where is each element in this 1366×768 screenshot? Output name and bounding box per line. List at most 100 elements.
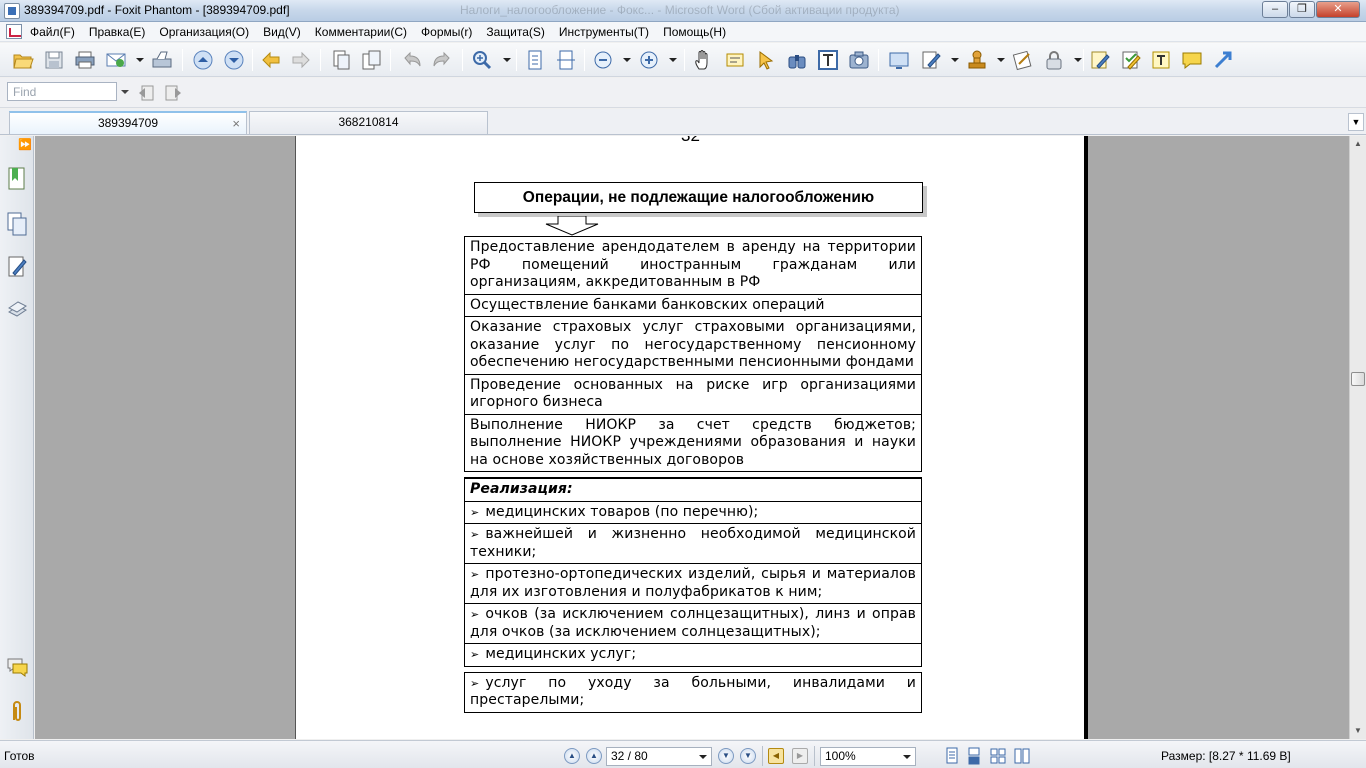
menu-help[interactable]: Помощь(H) <box>663 25 726 39</box>
insert-pages-icon[interactable] <box>360 49 382 71</box>
undo-icon[interactable] <box>401 49 423 71</box>
find-previous-icon[interactable] <box>137 84 157 102</box>
open-folder-icon[interactable] <box>12 49 34 71</box>
list-item-text: протезно-ортопедических изделий, сырья и… <box>470 566 916 600</box>
scroll-up-icon[interactable]: ▲ <box>1350 136 1366 152</box>
list-item: ➢ важнейшей и жизненно необходимой медици… <box>464 524 922 564</box>
comment-icon[interactable] <box>1181 49 1203 71</box>
tab-368210814[interactable]: 368210814 <box>249 111 488 134</box>
find-input[interactable] <box>7 82 117 101</box>
sign-document-icon[interactable] <box>1012 49 1034 71</box>
single-page-layout-icon[interactable] <box>944 747 960 765</box>
page-thumbnails-icon[interactable] <box>6 211 28 237</box>
status-bar: Готов ▲ ▲ 32 / 80 ▼ ▼ ◀ ▶ 100% Размер: [… <box>0 740 1366 768</box>
page-dropdown-icon[interactable] <box>699 755 707 759</box>
minimize-button[interactable]: – <box>1262 1 1288 18</box>
document-view[interactable]: 32 Операции, не подлежащие налогообложен… <box>35 136 1349 739</box>
find-next-icon[interactable] <box>163 84 183 102</box>
menu-edit[interactable]: Правка(E) <box>89 25 146 39</box>
previous-page-nav-icon[interactable]: ▲ <box>586 748 602 764</box>
next-view-icon[interactable]: ▶ <box>792 748 808 764</box>
tab-389394709[interactable]: 389394709 × <box>9 111 247 134</box>
table-row: Оказание страховых услуг страховыми орга… <box>464 317 922 375</box>
tab-list-dropdown-icon[interactable]: ▼ <box>1348 113 1364 131</box>
toolbar-separator <box>182 49 183 71</box>
page-size-info: Размер: [8.27 * 11.69 В] <box>1161 749 1291 763</box>
document-menu-icon[interactable] <box>6 24 22 39</box>
zoom-in-tool-icon[interactable] <box>471 49 493 71</box>
layers-icon[interactable] <box>6 254 28 280</box>
find-options-dropdown-icon[interactable] <box>121 90 129 94</box>
facing-layout-icon[interactable] <box>990 747 1006 765</box>
scan-icon[interactable] <box>151 49 173 71</box>
email-dropdown-icon[interactable] <box>136 58 144 62</box>
next-page-icon[interactable] <box>223 49 245 71</box>
tab-label: 368210814 <box>338 115 399 129</box>
foxit-app-icon[interactable] <box>4 3 20 19</box>
hand-tool-icon[interactable] <box>693 49 715 71</box>
menu-file[interactable]: Файл(F) <box>30 25 75 39</box>
arrow-tool-icon[interactable] <box>1212 49 1234 71</box>
edit-form-dropdown-icon[interactable] <box>951 58 959 62</box>
attachments-icon[interactable] <box>6 698 28 724</box>
scroll-down-icon[interactable]: ▼ <box>1350 723 1366 739</box>
edit-form-icon[interactable] <box>920 49 942 71</box>
menu-organize[interactable]: Организация(O) <box>159 25 249 39</box>
maximize-button[interactable]: ❐ <box>1289 1 1315 18</box>
stamp-dropdown-icon[interactable] <box>997 58 1005 62</box>
note-icon[interactable] <box>1089 49 1111 71</box>
signatures-icon[interactable] <box>6 298 28 324</box>
menu-forms[interactable]: Формы(r) <box>421 25 472 39</box>
security-dropdown-icon[interactable] <box>1074 58 1082 62</box>
typewriter-icon[interactable] <box>817 49 839 71</box>
text-box-icon[interactable] <box>1150 49 1172 71</box>
page-number-field[interactable]: 32 / 80 <box>606 747 712 766</box>
first-page-icon[interactable]: ▲ <box>564 748 580 764</box>
vertical-scrollbar[interactable]: ▲ ▼ <box>1349 136 1366 739</box>
toolbar-separator <box>684 49 685 71</box>
status-separator <box>814 746 815 766</box>
menu-view[interactable]: Вид(V) <box>263 25 301 39</box>
window-controls: – ❐ ✕ <box>1262 1 1360 18</box>
previous-page-icon[interactable] <box>192 49 214 71</box>
previous-view-icon[interactable]: ◀ <box>768 748 784 764</box>
menu-tools[interactable]: Инструменты(T) <box>559 25 649 39</box>
zoom-tool-dropdown-icon[interactable] <box>503 58 511 62</box>
fit-page-icon[interactable] <box>524 49 546 71</box>
bookmarks-icon[interactable] <box>6 166 28 192</box>
zoom-out-dropdown-icon[interactable] <box>623 58 631 62</box>
last-page-icon[interactable]: ▼ <box>740 748 756 764</box>
extract-pages-icon[interactable] <box>330 49 352 71</box>
zoom-in-dropdown-icon[interactable] <box>669 58 677 62</box>
redo-icon[interactable] <box>431 49 453 71</box>
stamp-icon[interactable] <box>966 49 988 71</box>
menu-comments[interactable]: Комментарии(C) <box>315 25 407 39</box>
menu-protect[interactable]: Защита(S) <box>486 25 545 39</box>
snapshot-icon[interactable] <box>848 49 870 71</box>
tab-close-icon[interactable]: × <box>232 113 240 134</box>
save-icon[interactable] <box>43 49 65 71</box>
screen-capture-icon[interactable] <box>888 49 910 71</box>
back-arrow-icon[interactable] <box>260 49 282 71</box>
zoom-out-icon[interactable] <box>592 49 614 71</box>
select-arrow-icon[interactable] <box>755 49 777 71</box>
fit-width-icon[interactable] <box>555 49 577 71</box>
zoom-level-field[interactable]: 100% <box>820 747 916 766</box>
security-lock-icon[interactable] <box>1043 49 1065 71</box>
select-text-icon[interactable] <box>724 49 746 71</box>
zoom-in-icon[interactable] <box>638 49 660 71</box>
zoom-dropdown-icon[interactable] <box>903 755 911 759</box>
bullet-arrow-icon: ➢ <box>470 648 480 661</box>
highlight-icon[interactable] <box>1120 49 1142 71</box>
continuous-facing-layout-icon[interactable] <box>1014 747 1030 765</box>
close-button[interactable]: ✕ <box>1316 1 1360 18</box>
next-page-nav-icon[interactable]: ▼ <box>718 748 734 764</box>
forward-arrow-icon[interactable] <box>290 49 312 71</box>
scrollbar-thumb[interactable] <box>1351 372 1365 386</box>
email-icon[interactable] <box>105 49 127 71</box>
continuous-layout-icon[interactable] <box>966 747 982 765</box>
comments-panel-icon[interactable] <box>6 654 28 680</box>
binoculars-icon[interactable] <box>786 49 808 71</box>
expand-panel-icon[interactable]: ⏩ <box>18 138 32 151</box>
print-icon[interactable] <box>74 49 96 71</box>
